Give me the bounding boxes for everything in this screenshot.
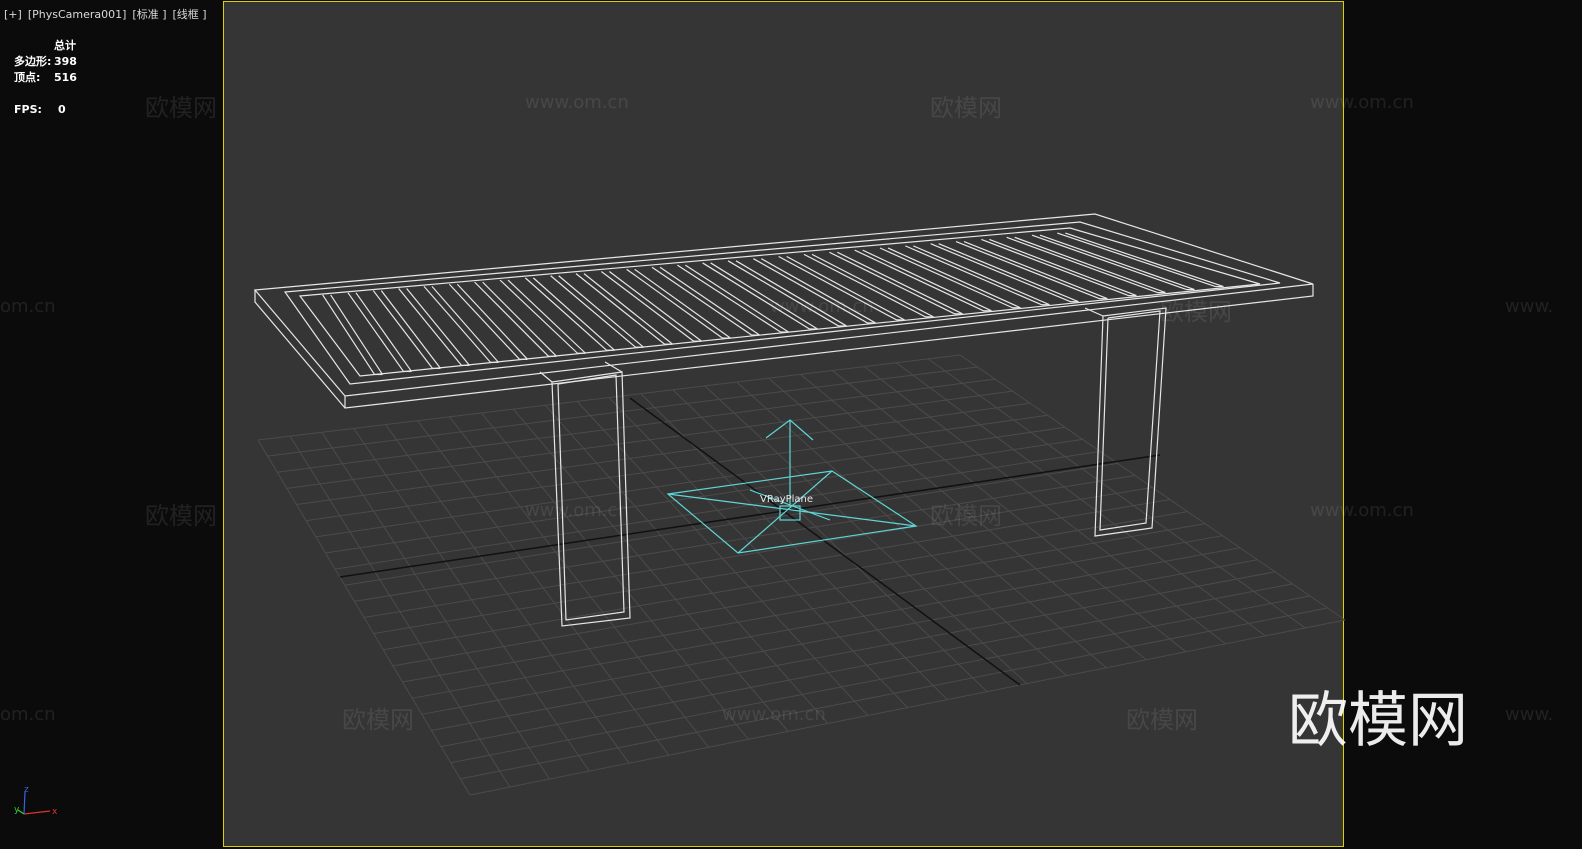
fps-value: 0 (58, 103, 66, 116)
scene-statistics: 总计 多边形: 398 顶点: 516 FPS: 0 (14, 38, 77, 118)
fps-label: FPS: (14, 103, 42, 116)
home-grid (257, 354, 1346, 796)
viewport-plus-menu[interactable]: [+] (4, 8, 22, 21)
axis-tripod-icon: x y z (14, 785, 58, 817)
axis-y-label: y (14, 805, 20, 815)
scene-canvas[interactable] (0, 0, 1582, 849)
stats-header: 总计 (54, 39, 76, 52)
polygons-label: 多边形: (14, 55, 52, 68)
vertices-value: 516 (54, 71, 77, 84)
axis-x-label: x (52, 807, 58, 817)
polygons-value: 398 (54, 55, 77, 68)
axis-z-label: z (24, 785, 29, 795)
vertices-label: 顶点: (14, 71, 41, 84)
vray-plane-label[interactable]: VRayPlane (760, 494, 813, 505)
viewport-label-menu: [+] [PhysCamera001] [标准 ] [线框 ] (4, 6, 213, 22)
viewport-camera-menu[interactable]: [PhysCamera001] (28, 8, 127, 21)
viewport-shading-menu[interactable]: [标准 ] (132, 8, 166, 21)
viewport-mode-menu[interactable]: [线框 ] (173, 8, 207, 21)
